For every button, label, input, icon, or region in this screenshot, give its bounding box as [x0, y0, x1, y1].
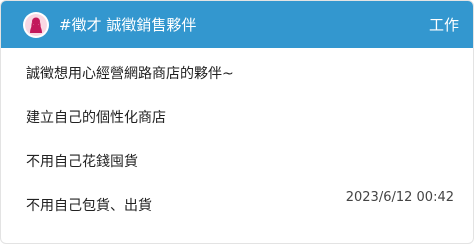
- post-body: 誠徵想用心經營網路商店的夥伴~ 建立自己的個性化商店 不用自己花錢囤貨 不用自己…: [26, 64, 453, 240]
- post-line: 建立自己的個性化商店: [26, 110, 166, 126]
- female-profile-icon: [25, 13, 47, 36]
- avatar[interactable]: [23, 11, 49, 38]
- post-timestamp: 2023/6/12 00:42: [345, 190, 454, 205]
- post-card[interactable]: #徵才 誠徵銷售夥伴 工作 誠徵想用心經營網路商店的夥伴~ 建立自己的個性化商店…: [0, 0, 474, 244]
- post-line: 不用自己花錢囤貨: [26, 154, 138, 170]
- post-line: 誠徵想用心經營網路商店的夥伴~: [26, 66, 234, 82]
- category-tag[interactable]: 工作: [429, 14, 459, 35]
- post-title[interactable]: #徵才 誠徵銷售夥伴: [59, 14, 429, 35]
- post-header: #徵才 誠徵銷售夥伴 工作: [1, 1, 473, 48]
